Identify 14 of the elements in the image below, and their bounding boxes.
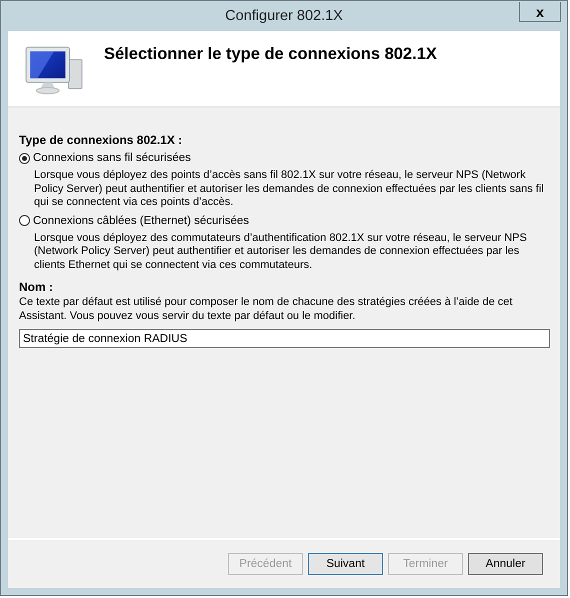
dialog-button[interactable]: Suivant — [308, 553, 383, 575]
close-button[interactable]: x — [519, 2, 561, 22]
name-label: Nom : — [19, 280, 54, 294]
dialog-button[interactable]: Annuler — [468, 553, 543, 575]
page-title: Sélectionner le type de connexions 802.1X — [104, 45, 437, 64]
radio-option[interactable]: Connexions câblées (Ethernet) sécurisées — [19, 212, 552, 228]
radio-option[interactable]: Connexions sans fil sécurisées — [19, 150, 552, 166]
window-title: Configurer 802.1X — [225, 8, 343, 24]
computer-icon — [23, 45, 85, 97]
section-label: Type de connexions 802.1X : — [19, 133, 184, 147]
name-input-field[interactable]: Stratégie de connexion RADIUS — [19, 329, 550, 348]
help-text: Ce texte par défaut est utilisé pour composer le nom de chacune des stratégies créées à l’aide de cet Assistant. Vous pouvez vous servir du texte par défaut ou le modifier. — [19, 296, 514, 323]
option-description: Lorsque vous déployez des points d’accès sans fil 802.1X sur votre réseau, le serveur NPS (Network Policy Server) peut authentifier et autoriser les demandes de connexion effectuées par les clients sans fil qui se connectent via ces points d’accès. — [34, 169, 545, 210]
option-description: Lorsque vous déployez des commutateurs d’authentification 802.1X sur votre réseau, le serveur NPS (Network Policy Server) peut authentifier et autoriser les demandes de connexion effectuées par les clients Ethernet qui se connectent via ces commutateurs. — [34, 232, 528, 272]
